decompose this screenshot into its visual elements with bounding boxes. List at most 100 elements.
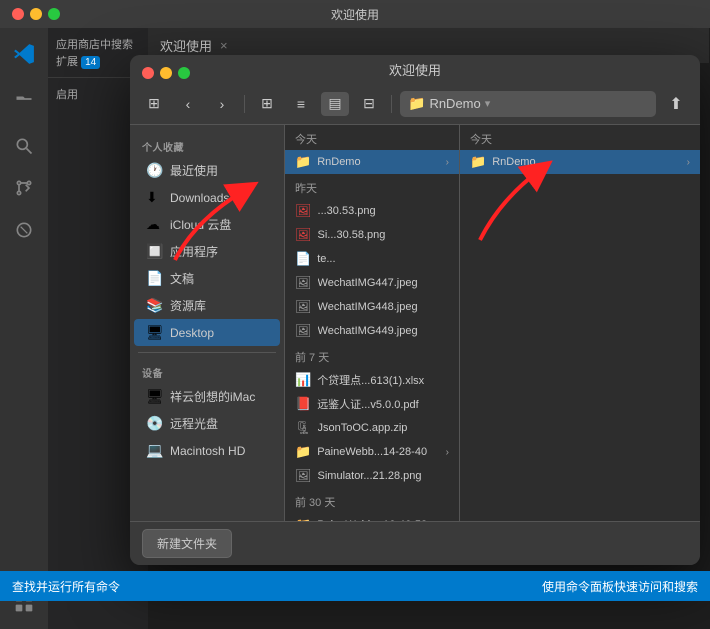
file-painewebb-week[interactable]: 📁 PaineWebb...14-28-40 › — [285, 440, 459, 464]
zip-icon: 🗜 — [295, 420, 312, 436]
dialog-titlebar: 欢迎使用 — [130, 55, 700, 83]
debug-icon[interactable] — [6, 212, 42, 248]
desktop-label: Desktop — [170, 326, 214, 340]
tab-close-icon[interactable]: × — [220, 38, 228, 53]
maximize-button[interactable] — [48, 8, 60, 20]
file-xlsx[interactable]: 📊 个贷理点...613(1).xlsx — [285, 368, 459, 392]
wechat449-icon: 🖼 — [295, 323, 312, 339]
nav-back-button[interactable]: ‹ — [174, 92, 202, 116]
painewebb-week-chevron-icon: › — [446, 447, 449, 458]
search-icon[interactable] — [6, 128, 42, 164]
png1-name: ...30.53.png — [318, 205, 449, 217]
yesterday-header: 昨天 — [285, 174, 459, 199]
sidebar-item-desktop[interactable]: 🖥 Desktop — [134, 319, 280, 346]
new-folder-button[interactable]: 新建文件夹 — [142, 529, 232, 558]
dialog-traffic-lights — [142, 67, 190, 79]
file-zip[interactable]: 🗜 JsonToOC.app.zip — [285, 416, 459, 440]
wechat447-icon: 🖼 — [295, 275, 312, 291]
png2-icon: 🖼 — [295, 227, 312, 243]
right-rndemo-folder[interactable]: 📁 RnDemo › — [460, 150, 700, 174]
file-te[interactable]: 📄 te... — [285, 247, 459, 271]
dialog-sidebar: 个人收藏 🕐 最近使用 ⬇ Downloads ☁ iCloud 云盘 🔲 应用… — [130, 125, 285, 521]
sidebar-item-library[interactable]: 📚 资源库 — [134, 292, 280, 319]
wechat447-name: WechatIMG447.jpeg — [318, 277, 449, 289]
status-left-text: 查找并运行所有命令 — [12, 578, 120, 595]
view-list-button[interactable]: ≡ — [287, 92, 315, 116]
imac-icon: 🖥 — [146, 388, 162, 405]
file-pdf[interactable]: 📕 远鉴人证...v5.0.0.pdf — [285, 392, 459, 416]
right-rndemo-name: RnDemo — [492, 156, 680, 168]
dialog-center-pane: 今天 📁 RnDemo › 昨天 🖼 ...30.53.png 🖼 Si...3… — [285, 125, 460, 521]
sidebar-item-macintosh[interactable]: 💻 Macintosh HD — [134, 437, 280, 464]
file-wechat-448[interactable]: 🖼 WechatIMG448.jpeg — [285, 295, 459, 319]
share-button[interactable]: ⬆ — [662, 92, 690, 116]
file-simulator[interactable]: 🖼 Simulator...21.28.png — [285, 464, 459, 488]
applications-label: 应用程序 — [170, 243, 218, 260]
sidebar-personal-header: 个人收藏 — [130, 133, 284, 157]
remote-disk-icon: 💿 — [146, 415, 162, 432]
file-png-1[interactable]: 🖼 ...30.53.png — [285, 199, 459, 223]
sidebar-item-icloud[interactable]: ☁ iCloud 云盘 — [134, 211, 280, 238]
view-columns-button[interactable]: ⊞ — [140, 92, 168, 116]
location-text: RnDemo — [429, 96, 480, 111]
documents-label: 文稿 — [170, 270, 194, 287]
dialog-title: 欢迎使用 — [389, 60, 441, 79]
git-icon[interactable] — [6, 170, 42, 206]
dialog-minimize-button[interactable] — [160, 67, 172, 79]
sidebar-devices-header: 设备 — [130, 359, 284, 383]
sidebar-item-recents[interactable]: 🕐 最近使用 — [134, 157, 280, 184]
pdf-name: 远鉴人证...v5.0.0.pdf — [317, 396, 449, 412]
file-wechat-447[interactable]: 🖼 WechatIMG447.jpeg — [285, 271, 459, 295]
dialog-body: 个人收藏 🕐 最近使用 ⬇ Downloads ☁ iCloud 云盘 🔲 应用… — [130, 125, 700, 521]
view-columns-active-button[interactable]: ▤ — [321, 92, 349, 116]
zip-name: JsonToOC.app.zip — [318, 422, 449, 434]
file-png-2[interactable]: 🖼 Si...30.58.png — [285, 223, 459, 247]
simulator-icon: 🖼 — [295, 468, 312, 484]
wechat448-icon: 🖼 — [295, 299, 312, 315]
sidebar-item-applications[interactable]: 🔲 应用程序 — [134, 238, 280, 265]
right-rndemo-chevron-icon: › — [687, 157, 690, 168]
vscode-logo-icon — [6, 36, 42, 72]
today-header: 今天 — [285, 125, 459, 150]
dialog-close-button[interactable] — [142, 67, 154, 79]
traffic-lights — [12, 8, 60, 20]
sidebar-item-imac[interactable]: 🖥 祥云创想的iMac — [134, 383, 280, 410]
applications-icon: 🔲 — [146, 243, 162, 260]
rndemo-folder-icon: 📁 — [295, 154, 311, 170]
dialog-maximize-button[interactable] — [178, 67, 190, 79]
toolbar-separator-1 — [244, 95, 245, 113]
sidebar-item-remote-disk[interactable]: 💿 远程光盘 — [134, 410, 280, 437]
te-icon: 📄 — [295, 251, 311, 267]
status-right-text: 使用命令面板快速访问和搜索 — [542, 578, 698, 595]
vscode-titlebar: 欢迎使用 — [0, 0, 710, 28]
status-bar: 查找并运行所有命令 使用命令面板快速访问和搜索 — [0, 571, 710, 601]
dialog-footer: 新建文件夹 — [130, 521, 700, 565]
right-today-header: 今天 — [460, 125, 700, 150]
file-wechat-449[interactable]: 🖼 WechatIMG449.jpeg — [285, 319, 459, 343]
te-name: te... — [317, 253, 449, 265]
minimize-button[interactable] — [30, 8, 42, 20]
rndemo-chevron-icon: › — [446, 157, 449, 168]
window-title: 欢迎使用 — [331, 6, 379, 23]
png2-name: Si...30.58.png — [318, 229, 449, 241]
sidebar-item-documents[interactable]: 📄 文稿 — [134, 265, 280, 292]
documents-icon: 📄 — [146, 270, 162, 287]
explorer-icon[interactable] — [6, 86, 42, 122]
sidebar-item-downloads[interactable]: ⬇ Downloads — [134, 184, 280, 211]
view-gallery-button[interactable]: ⊟ — [355, 92, 383, 116]
week-header: 前 7 天 — [285, 343, 459, 368]
remote-disk-label: 远程光盘 — [170, 415, 218, 432]
file-painewebb-month[interactable]: 📁 PaineWebb...16-46-53 › — [285, 513, 459, 521]
macintosh-label: Macintosh HD — [170, 444, 245, 458]
dialog-right-pane: 今天 📁 RnDemo › — [460, 125, 700, 521]
right-rndemo-icon: 📁 — [470, 154, 486, 170]
dialog-toolbar: ⊞ ‹ › ⊞ ≡ ▤ ⊟ 📁 RnDemo ▾ ⬆ — [130, 83, 700, 125]
tab-label: 欢迎使用 — [160, 36, 212, 55]
sidebar-divider — [138, 352, 276, 353]
nav-forward-button[interactable]: › — [208, 92, 236, 116]
month-header: 前 30 天 — [285, 488, 459, 513]
view-grid-button[interactable]: ⊞ — [253, 92, 281, 116]
close-button[interactable] — [12, 8, 24, 20]
center-rndemo-folder[interactable]: 📁 RnDemo › — [285, 150, 459, 174]
activity-bar — [0, 28, 48, 629]
